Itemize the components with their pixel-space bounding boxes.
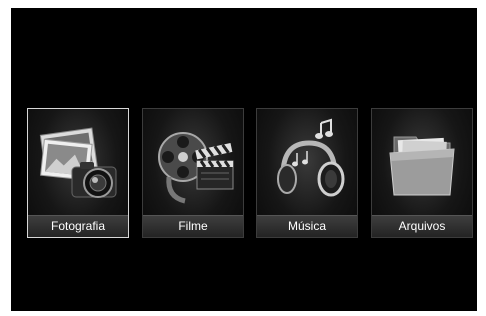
menu-tile-arquivos[interactable]: Arquivos [371, 108, 473, 238]
headphones-icon [257, 109, 357, 217]
photo-camera-icon [28, 109, 128, 217]
menu-tile-fotografia[interactable]: Fotografia [27, 108, 129, 238]
media-menu-screen: Fotografia Filme Música Arquivos [11, 8, 477, 311]
film-reel-icon [143, 109, 243, 217]
menu-tile-label: Filme [143, 215, 243, 237]
menu-tile-label: Arquivos [372, 215, 472, 237]
menu-tile-musica[interactable]: Música [256, 108, 358, 238]
menu-tile-label: Fotografia [28, 215, 128, 237]
menu-tile-label: Música [257, 215, 357, 237]
menu-tile-filme[interactable]: Filme [142, 108, 244, 238]
folder-icon [372, 109, 472, 217]
